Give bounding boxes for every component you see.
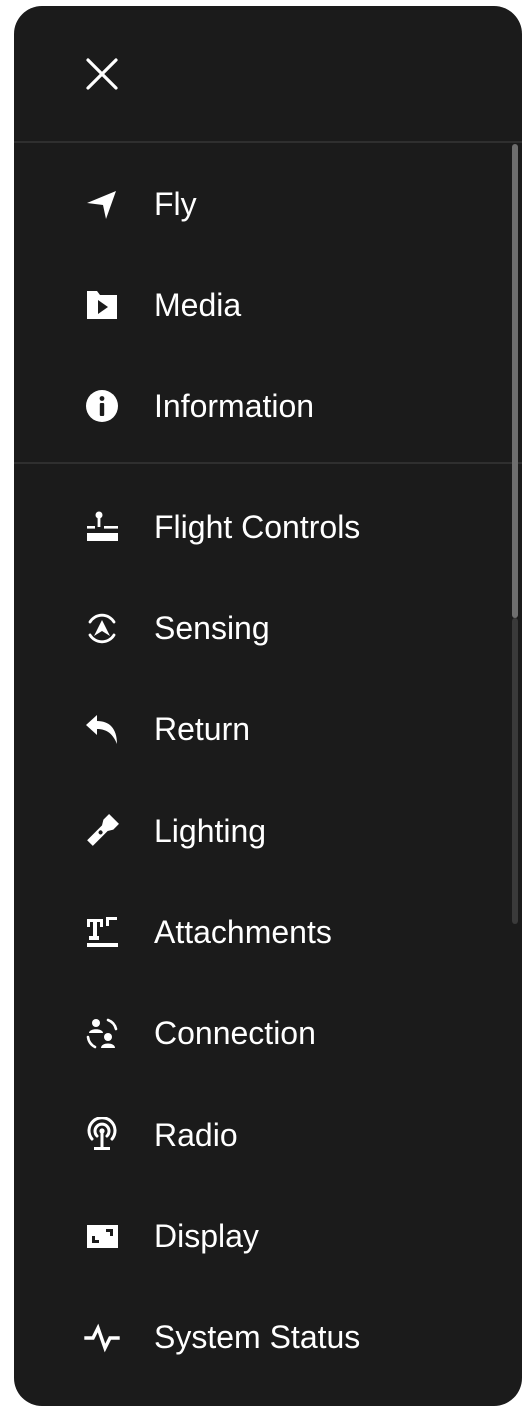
info-circle-icon bbox=[82, 388, 122, 424]
menu-item-media[interactable]: Media bbox=[14, 269, 512, 341]
menu-header bbox=[14, 6, 522, 142]
menu-scrollbar-track-fill bbox=[512, 618, 518, 924]
menu-item-label: Fly bbox=[154, 186, 197, 222]
menu-item-flight-controls[interactable]: Flight Controls bbox=[14, 491, 512, 563]
attachment-mount-icon bbox=[82, 914, 122, 950]
navigation-arrow-icon bbox=[82, 186, 122, 222]
menu-item-return[interactable]: Return bbox=[14, 693, 512, 765]
menu-item-information[interactable]: Information bbox=[14, 370, 512, 442]
menu-item-label: Radio bbox=[154, 1117, 238, 1153]
navigation-menu-panel: Fly Media Information Flight Controls Se… bbox=[14, 6, 522, 1406]
menu-item-label: Media bbox=[154, 287, 242, 323]
menu-item-radio[interactable]: Radio bbox=[14, 1099, 512, 1171]
menu-item-system-status[interactable]: System Status bbox=[14, 1301, 512, 1373]
menu-divider-middle bbox=[14, 462, 522, 464]
menu-divider-top bbox=[14, 141, 522, 143]
menu-item-label: Return bbox=[154, 711, 251, 747]
obstacle-sensing-icon bbox=[82, 610, 122, 646]
menu-scrollbar-thumb[interactable] bbox=[512, 144, 518, 618]
return-arrow-icon bbox=[82, 711, 122, 747]
menu-item-label: Display bbox=[154, 1218, 259, 1254]
display-screen-icon bbox=[82, 1218, 122, 1254]
pulse-waveform-icon bbox=[82, 1319, 122, 1355]
close-icon bbox=[86, 58, 118, 90]
menu-item-label: Attachments bbox=[154, 914, 332, 950]
menu-item-attachments[interactable]: Attachments bbox=[14, 896, 512, 968]
menu-item-display[interactable]: Display bbox=[14, 1200, 512, 1272]
menu-scrollbar[interactable] bbox=[512, 144, 520, 924]
menu-item-sensing[interactable]: Sensing bbox=[14, 592, 512, 664]
menu-item-label: Connection bbox=[154, 1015, 316, 1051]
menu-item-label: Flight Controls bbox=[154, 509, 361, 545]
close-button[interactable] bbox=[72, 44, 132, 104]
menu-item-lighting[interactable]: Lighting bbox=[14, 795, 512, 867]
menu-item-fly[interactable]: Fly bbox=[14, 168, 512, 240]
flashlight-icon bbox=[82, 813, 122, 849]
menu-item-connection[interactable]: Connection bbox=[14, 997, 512, 1069]
menu-item-label: Lighting bbox=[154, 813, 267, 849]
menu-item-label: Information bbox=[154, 388, 315, 424]
connection-users-icon bbox=[82, 1015, 122, 1051]
media-folder-play-icon bbox=[82, 287, 122, 323]
menu-item-label: System Status bbox=[154, 1319, 361, 1355]
joystick-icon bbox=[82, 509, 122, 545]
radio-antenna-icon bbox=[82, 1117, 122, 1153]
menu-item-label: Sensing bbox=[154, 610, 270, 646]
